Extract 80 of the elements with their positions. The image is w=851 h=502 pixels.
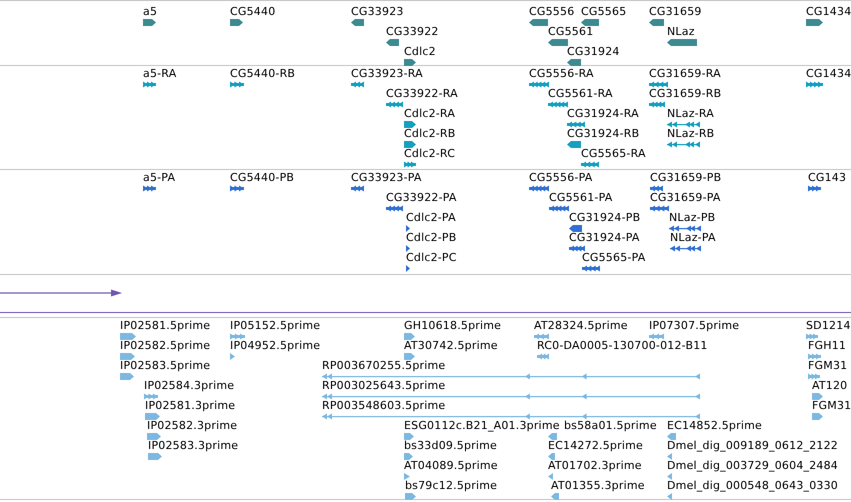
feature-label: CG5556-RA [529, 67, 594, 80]
feature-label: RP003548603.5prime [322, 399, 446, 412]
feature-label: a5-RA [143, 67, 176, 80]
feature-label: RP003025643.5prime [322, 379, 446, 392]
feature-label: FGM31 [812, 399, 851, 412]
feature-label: CG31659-RB [649, 87, 722, 100]
feature-label: AT28324.5prime [534, 319, 628, 332]
feature-label: bs79c12.5prime [405, 479, 498, 492]
feature-label: IP02581.3prime [145, 399, 236, 412]
feature-label: IP02582.3prime [147, 419, 238, 432]
feature-label: IP02583.3prime [148, 439, 238, 452]
feature-label: FGH11 [808, 339, 846, 352]
feature-label: CG5556 [529, 5, 574, 18]
feature-label: CG31924-PA [569, 231, 640, 244]
feature-label: CG5561-RA [548, 87, 613, 100]
feature-label: AT30742.5prime [404, 339, 498, 352]
feature-label: CG5561-PA [549, 191, 612, 204]
feature-label: CG33923-PA [351, 171, 422, 184]
feature-label: CG5556-PA [529, 171, 592, 184]
feature-label: CG31924-RB [567, 127, 640, 140]
feature-label: CG5565 [581, 5, 626, 18]
feature-label: NLaz-PB [669, 211, 716, 224]
feature-label: GH10618.5prime [404, 319, 502, 332]
feature-label: SD1214 [806, 319, 851, 332]
feature-label: CG31924-RA [567, 107, 639, 120]
feature-label: IP07307.5prime [649, 319, 740, 332]
feature-label: CG33923 [351, 5, 404, 18]
feature-label: NLaz [667, 25, 695, 38]
feature-label: CG5440 [230, 5, 276, 18]
feature-label: Cdlc2 [404, 45, 436, 58]
feature-label: EC14272.5prime [548, 439, 643, 452]
feature-label: NLaz-PA [670, 231, 716, 244]
feature-label: CG31659 [649, 5, 702, 18]
feature-label: CG31924-PB [569, 211, 640, 224]
feature-label: bs33d09.5prime [404, 439, 498, 452]
feature-label: Cdlc2-PB [406, 231, 457, 244]
feature-label: RP003670255.5prime [322, 359, 446, 372]
feature-label: NLaz-RB [667, 127, 714, 140]
feature-label: Cdlc2-RA [404, 107, 456, 120]
feature-label: CG31659-PA [650, 191, 721, 204]
feature-label: AT120 [812, 379, 848, 392]
feature-label: CG33922-RA [386, 87, 458, 100]
feature-label: CG31659-RA [649, 67, 721, 80]
feature-label: Cdlc2-PC [406, 251, 457, 264]
feature-label: CG5440-RB [230, 67, 296, 80]
feature-label: AT01702.3prime [548, 459, 642, 472]
feature-label: AT04089.5prime [404, 459, 498, 472]
feature-label: bs58a01.5prime [564, 419, 657, 432]
feature-label: Dmel_dig_009189_0612_2122 [667, 439, 838, 452]
feature-label: CG31924 [567, 45, 620, 58]
feature-label: IP02583.5prime [120, 359, 210, 372]
feature-label: IP02582.5prime [120, 339, 210, 352]
feature-label: Cdlc2-PA [406, 211, 456, 224]
feature-label: CG1434 [806, 67, 851, 80]
feature-label: a5-PA [143, 171, 176, 184]
feature-label: CG5440-PB [230, 171, 294, 184]
feature-label: RC0-DA0005-130700-012-B11 [537, 339, 708, 352]
feature-label: IP04952.5prime [230, 339, 320, 352]
feature-label: ESG0112c.B21_A01.3prime [404, 419, 560, 432]
feature-label: IP02581.5prime [120, 319, 210, 332]
feature-label: CG5561 [548, 25, 594, 38]
feature-label: CG5565-RA [581, 147, 646, 160]
feature-label: CG33922-PA [386, 191, 457, 204]
feature-label: Cdlc2-RC [404, 147, 456, 160]
feature-label: Dmel_dig_003729_0604_2484 [667, 459, 838, 472]
feature-label: CG33922 [386, 25, 439, 38]
feature-label: Dmel_dig_000548_0643_0330 [667, 479, 838, 492]
feature-label: CG1434 [806, 5, 851, 18]
feature-label: a5 [143, 5, 158, 18]
feature-label: CG33923-RA [351, 67, 423, 80]
feature-label: CG5565-PA [582, 251, 646, 264]
feature-label: EC14852.5prime [667, 419, 762, 432]
feature-label: FGM31 [808, 359, 848, 372]
feature-label: Cdlc2-RB [404, 127, 456, 140]
feature-label: NLaz-RA [667, 107, 714, 120]
feature-label: IP02584.3prime [144, 379, 234, 392]
feature-label: IP05152.5prime [230, 319, 320, 332]
feature-label: AT01355.3prime [551, 479, 645, 492]
feature-label: CG31659-PB [650, 171, 722, 184]
feature-label: CG143 [808, 171, 846, 184]
